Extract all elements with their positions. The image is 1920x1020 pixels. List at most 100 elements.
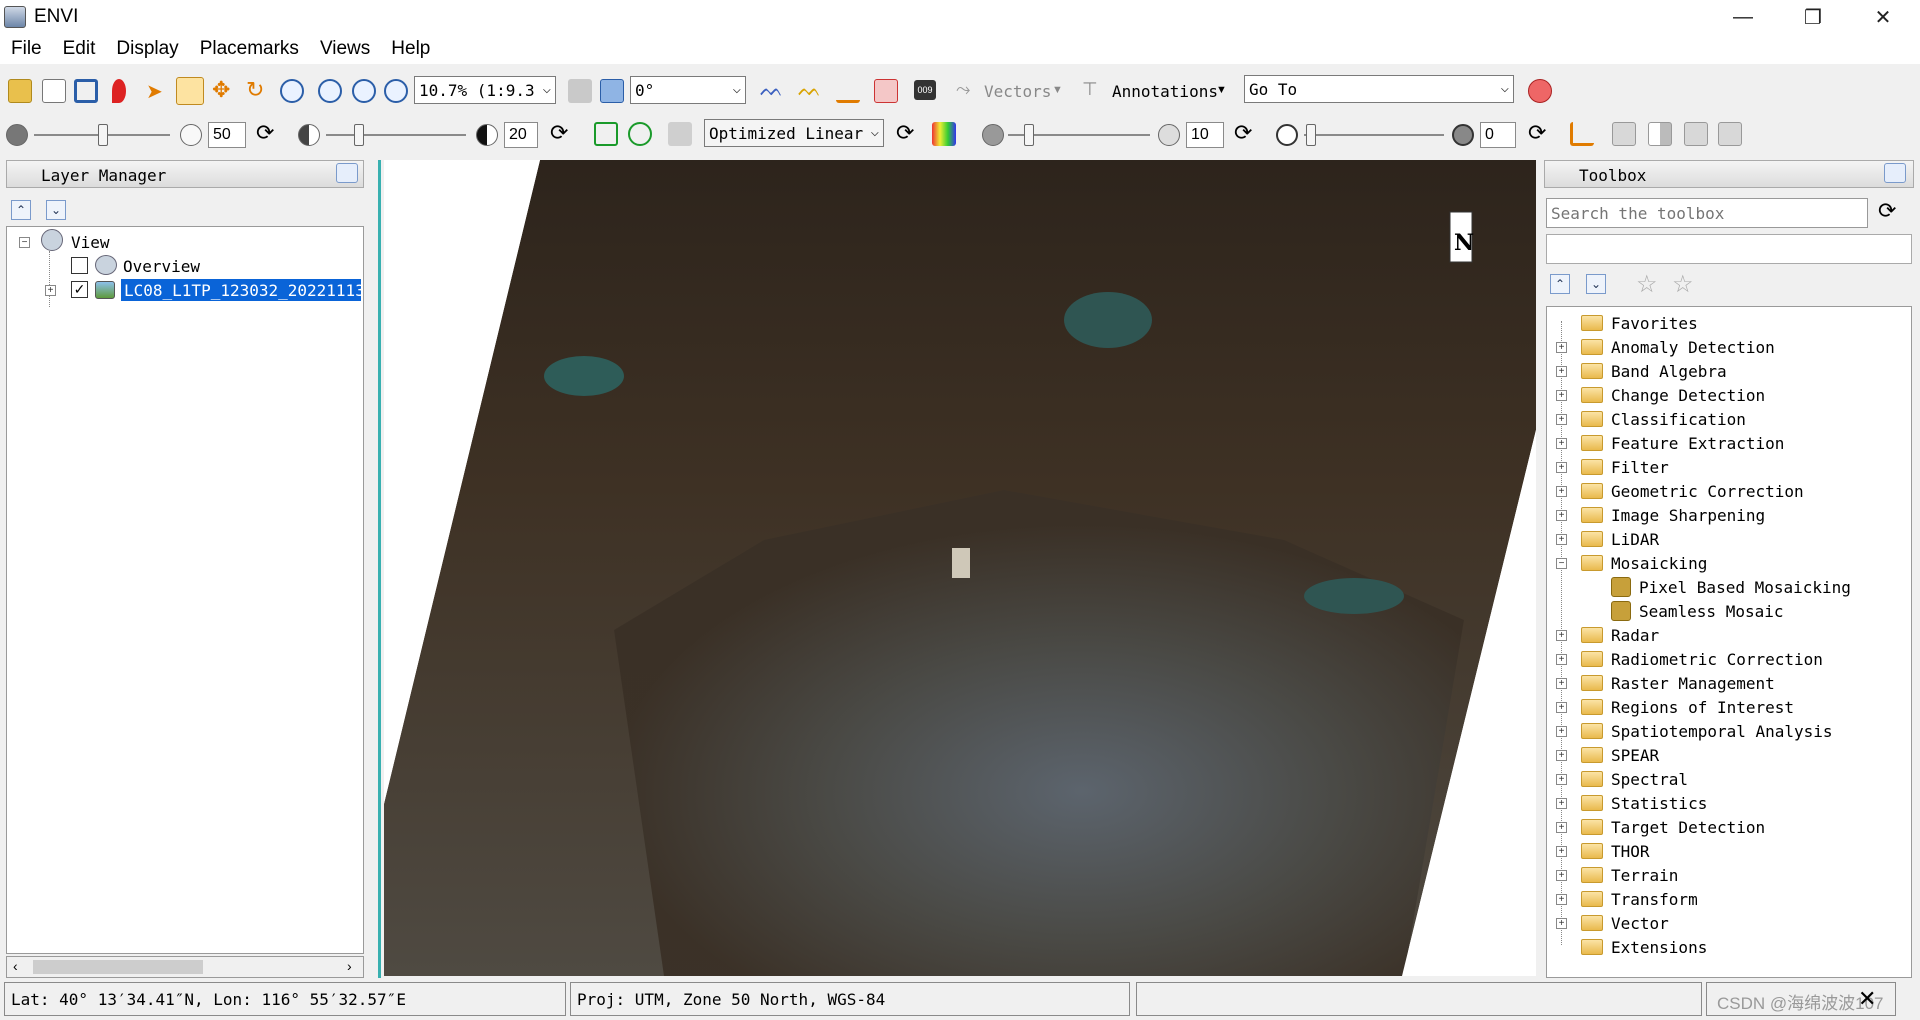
- toolbox-folder-item[interactable]: Regions of Interest: [1611, 698, 1794, 717]
- vectors-dropdown[interactable]: Vectors: [984, 82, 1051, 101]
- collapse-all-icon[interactable]: ⌃: [11, 200, 31, 220]
- rotate-icon[interactable]: ↻: [246, 79, 270, 103]
- toolbox-tool-item[interactable]: Pixel Based Mosaicking: [1639, 578, 1851, 597]
- menu-display[interactable]: Display: [105, 38, 188, 60]
- color-table-icon[interactable]: [932, 122, 956, 146]
- expand-node-icon[interactable]: +: [1556, 390, 1567, 401]
- toolbox-folder-item[interactable]: Vector: [1611, 914, 1669, 933]
- expand-all-icon[interactable]: ⌄: [46, 200, 66, 220]
- scroll-right-icon[interactable]: ›: [347, 958, 352, 974]
- tree-overview[interactable]: Overview: [123, 257, 200, 276]
- image-view[interactable]: N: [384, 160, 1536, 976]
- menu-help[interactable]: Help: [380, 38, 440, 60]
- pan-hand-icon[interactable]: [176, 77, 204, 105]
- expand-node-icon[interactable]: +: [1556, 918, 1567, 929]
- menu-placemarks[interactable]: Placemarks: [189, 38, 309, 60]
- data-manager-icon[interactable]: [42, 79, 66, 103]
- toolbox-folder-item[interactable]: Transform: [1611, 890, 1698, 909]
- rotation-combobox[interactable]: 0° ⌵: [630, 76, 746, 104]
- toolbox-folder-item[interactable]: THOR: [1611, 842, 1650, 861]
- expand-node-icon[interactable]: +: [1556, 750, 1567, 761]
- horizontal-scrollbar[interactable]: ‹ ›: [6, 956, 364, 978]
- toolbox-folder-item[interactable]: Image Sharpening: [1611, 506, 1765, 525]
- reset-transparency-icon[interactable]: ⟳: [1528, 120, 1546, 146]
- reset-contrast-icon[interactable]: ⟳: [550, 120, 568, 146]
- annotations-dropdown[interactable]: Annotations: [1112, 82, 1218, 101]
- contrast-slider-track[interactable]: [326, 134, 466, 136]
- expand-node-icon[interactable]: +: [1556, 438, 1567, 449]
- expand-node-icon[interactable]: +: [1556, 462, 1567, 473]
- sharpen-low-icon[interactable]: [982, 124, 1004, 146]
- collapse-all-icon[interactable]: ⌃: [1550, 274, 1570, 294]
- tree-view-root[interactable]: View: [71, 233, 110, 252]
- reset-sharpen-icon[interactable]: ⟳: [1234, 120, 1252, 146]
- view-layout-icon[interactable]: [1612, 122, 1636, 146]
- refresh-toolbox-icon[interactable]: ⟳: [1878, 198, 1896, 224]
- expand-node-icon[interactable]: +: [1556, 486, 1567, 497]
- transparency-high-icon[interactable]: [1452, 124, 1474, 146]
- cancel-process-icon[interactable]: ✕: [1858, 986, 1876, 1012]
- zoom-in-icon[interactable]: [318, 79, 342, 103]
- toolbox-folder-item[interactable]: Change Detection: [1611, 386, 1765, 405]
- cursor-value-icon[interactable]: ᨓ: [760, 79, 784, 103]
- zoom-combobox[interactable]: 10.7% (1:9.3 ⌵: [414, 76, 556, 104]
- toolbox-folder-item[interactable]: SPEAR: [1611, 746, 1659, 765]
- toolbox-folder-item[interactable]: Statistics: [1611, 794, 1707, 813]
- collapse-node-icon[interactable]: −: [1556, 558, 1567, 569]
- goto-combobox[interactable]: Go To ⌵: [1244, 75, 1514, 103]
- toolbox-folder-item[interactable]: Band Algebra: [1611, 362, 1727, 381]
- expand-node-icon[interactable]: +: [1556, 894, 1567, 905]
- toolbox-folder-item[interactable]: LiDAR: [1611, 530, 1659, 549]
- expand-node-icon[interactable]: +: [1556, 798, 1567, 809]
- roi-icon[interactable]: [874, 79, 898, 103]
- toolbox-folder-item[interactable]: Terrain: [1611, 866, 1678, 885]
- expand-node-icon[interactable]: +: [1556, 846, 1567, 857]
- expand-node-icon[interactable]: +: [1556, 342, 1567, 353]
- crop-icon[interactable]: [74, 79, 98, 103]
- brightness-high-icon[interactable]: [180, 124, 202, 146]
- toolbox-folder-item[interactable]: Spatiotemporal Analysis: [1611, 722, 1833, 741]
- toolbox-folder-item[interactable]: Mosaicking: [1611, 554, 1707, 573]
- sharpen-slider-thumb[interactable]: [1024, 124, 1034, 146]
- contrast-low-icon[interactable]: [298, 124, 320, 146]
- toolbox-folder-item[interactable]: Filter: [1611, 458, 1669, 477]
- brightness-field[interactable]: 50: [208, 122, 246, 148]
- collapse-view-icon[interactable]: −: [19, 237, 30, 248]
- minimize-button[interactable]: —: [1708, 0, 1778, 34]
- transparency-field[interactable]: 0: [1480, 122, 1516, 148]
- spectral-profile-icon[interactable]: ᨓ: [798, 79, 822, 103]
- sharpen-high-icon[interactable]: [1158, 124, 1180, 146]
- remove-favorite-icon[interactable]: ☆: [1672, 270, 1694, 299]
- scroll-left-icon[interactable]: ‹: [13, 958, 18, 974]
- zoom-out-icon[interactable]: [352, 79, 376, 103]
- expand-node-icon[interactable]: +: [1556, 510, 1567, 521]
- edit-icon[interactable]: [836, 79, 860, 103]
- open-icon[interactable]: [8, 79, 32, 103]
- vectors-icon[interactable]: ⤳: [956, 79, 980, 103]
- rotate-view-icon[interactable]: [600, 79, 624, 103]
- expand-node-icon[interactable]: +: [1556, 366, 1567, 377]
- expand-all-icon[interactable]: ⌄: [1586, 274, 1606, 294]
- reset-brightness-icon[interactable]: ⟳: [256, 120, 274, 146]
- reset-stretch-icon[interactable]: ⟳: [896, 120, 914, 146]
- flicker-icon[interactable]: [1684, 122, 1708, 146]
- zoom-full-icon[interactable]: [384, 79, 408, 103]
- toolbox-folder-item[interactable]: Geometric Correction: [1611, 482, 1804, 501]
- expand-node-icon[interactable]: +: [1556, 774, 1567, 785]
- expand-node-icon[interactable]: +: [1556, 414, 1567, 425]
- toolbox-folder-item[interactable]: Feature Extraction: [1611, 434, 1784, 453]
- stretch-combobox[interactable]: Optimized Linear ⌵: [704, 119, 884, 147]
- pin-panel-icon[interactable]: [1884, 163, 1906, 183]
- brightness-slider-thumb[interactable]: [98, 124, 108, 146]
- menu-file[interactable]: File: [0, 38, 52, 60]
- expand-node-icon[interactable]: +: [1556, 534, 1567, 545]
- toolbox-search-input[interactable]: [1546, 198, 1868, 228]
- transparency-low-icon[interactable]: [1276, 124, 1298, 146]
- menu-edit[interactable]: Edit: [52, 38, 106, 60]
- refresh-stretch-icon[interactable]: [668, 122, 692, 146]
- layer-checkbox[interactable]: ✓: [71, 281, 88, 298]
- expand-node-icon[interactable]: +: [1556, 702, 1567, 713]
- toolbox-folder-item[interactable]: Spectral: [1611, 770, 1688, 789]
- toolbox-folder-item[interactable]: Classification: [1611, 410, 1746, 429]
- select-arrow-icon[interactable]: ➤: [146, 79, 170, 103]
